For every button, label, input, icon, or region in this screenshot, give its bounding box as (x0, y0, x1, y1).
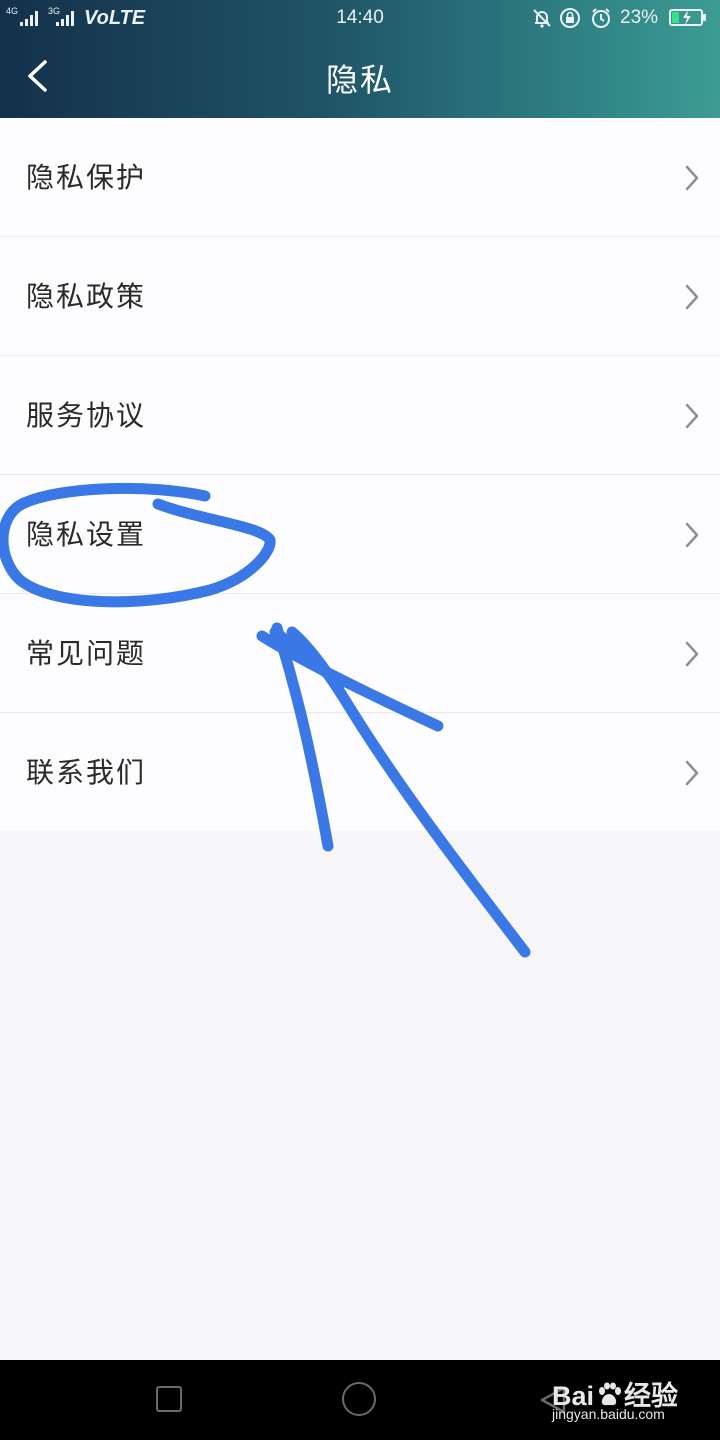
charging-bolt-icon (683, 10, 691, 25)
menu-item-label: 常见问题 (26, 637, 147, 670)
menu-item-privacy-policy[interactable]: 隐私政策 (0, 237, 720, 356)
home-button[interactable] (342, 1382, 376, 1416)
bell-off-icon (533, 9, 551, 28)
menu-item-faq[interactable]: 常见问题 (0, 594, 720, 713)
menu-item-label: 隐私政策 (26, 280, 147, 313)
menu-item-service-agreement[interactable]: 服务协议 (0, 356, 720, 475)
menu-item-privacy-protection[interactable]: 隐私保护 (0, 118, 720, 237)
menu-item-label: 联系我们 (26, 756, 147, 789)
menu-item-contact-us[interactable]: 联系我们 (0, 713, 720, 831)
battery-percentage: 23% (620, 7, 659, 28)
chevron-right-icon (685, 284, 699, 310)
header: 4G 3G VoLTE 14:40 23% 隐私 (0, 0, 720, 118)
watermark-url: jingyan.baidu.com (552, 1406, 665, 1422)
status-time: 14:40 (336, 7, 384, 28)
chevron-right-icon (685, 641, 699, 667)
recent-apps-button[interactable] (156, 1386, 182, 1412)
screen: 4G 3G VoLTE 14:40 23% 隐私 隐私保护 隐私政策 服务协议 … (0, 0, 720, 1440)
chevron-right-icon (685, 760, 699, 786)
alarm-icon (592, 8, 610, 28)
menu-item-label: 服务协议 (26, 399, 147, 432)
menu-item-label: 隐私保护 (26, 161, 147, 194)
status-bar: 4G 3G VoLTE 14:40 23% (0, 0, 720, 36)
baidu-jingyan-watermark: Bai 经验 jingyan.baidu.com (552, 1374, 702, 1430)
rotation-lock-icon (560, 8, 580, 28)
page-title: 隐私 (325, 61, 394, 99)
battery-level-fill (672, 12, 679, 23)
menu-list: 隐私保护 隐私政策 服务协议 隐私设置 常见问题 联系我们 (0, 118, 720, 831)
menu-item-label: 隐私设置 (26, 518, 147, 551)
chevron-right-icon (685, 522, 699, 548)
chevron-right-icon (685, 165, 699, 191)
menu-item-privacy-settings[interactable]: 隐私设置 (0, 475, 720, 594)
chevron-right-icon (685, 403, 699, 429)
baidu-paw-icon (599, 1382, 622, 1406)
battery-tip (703, 14, 706, 21)
